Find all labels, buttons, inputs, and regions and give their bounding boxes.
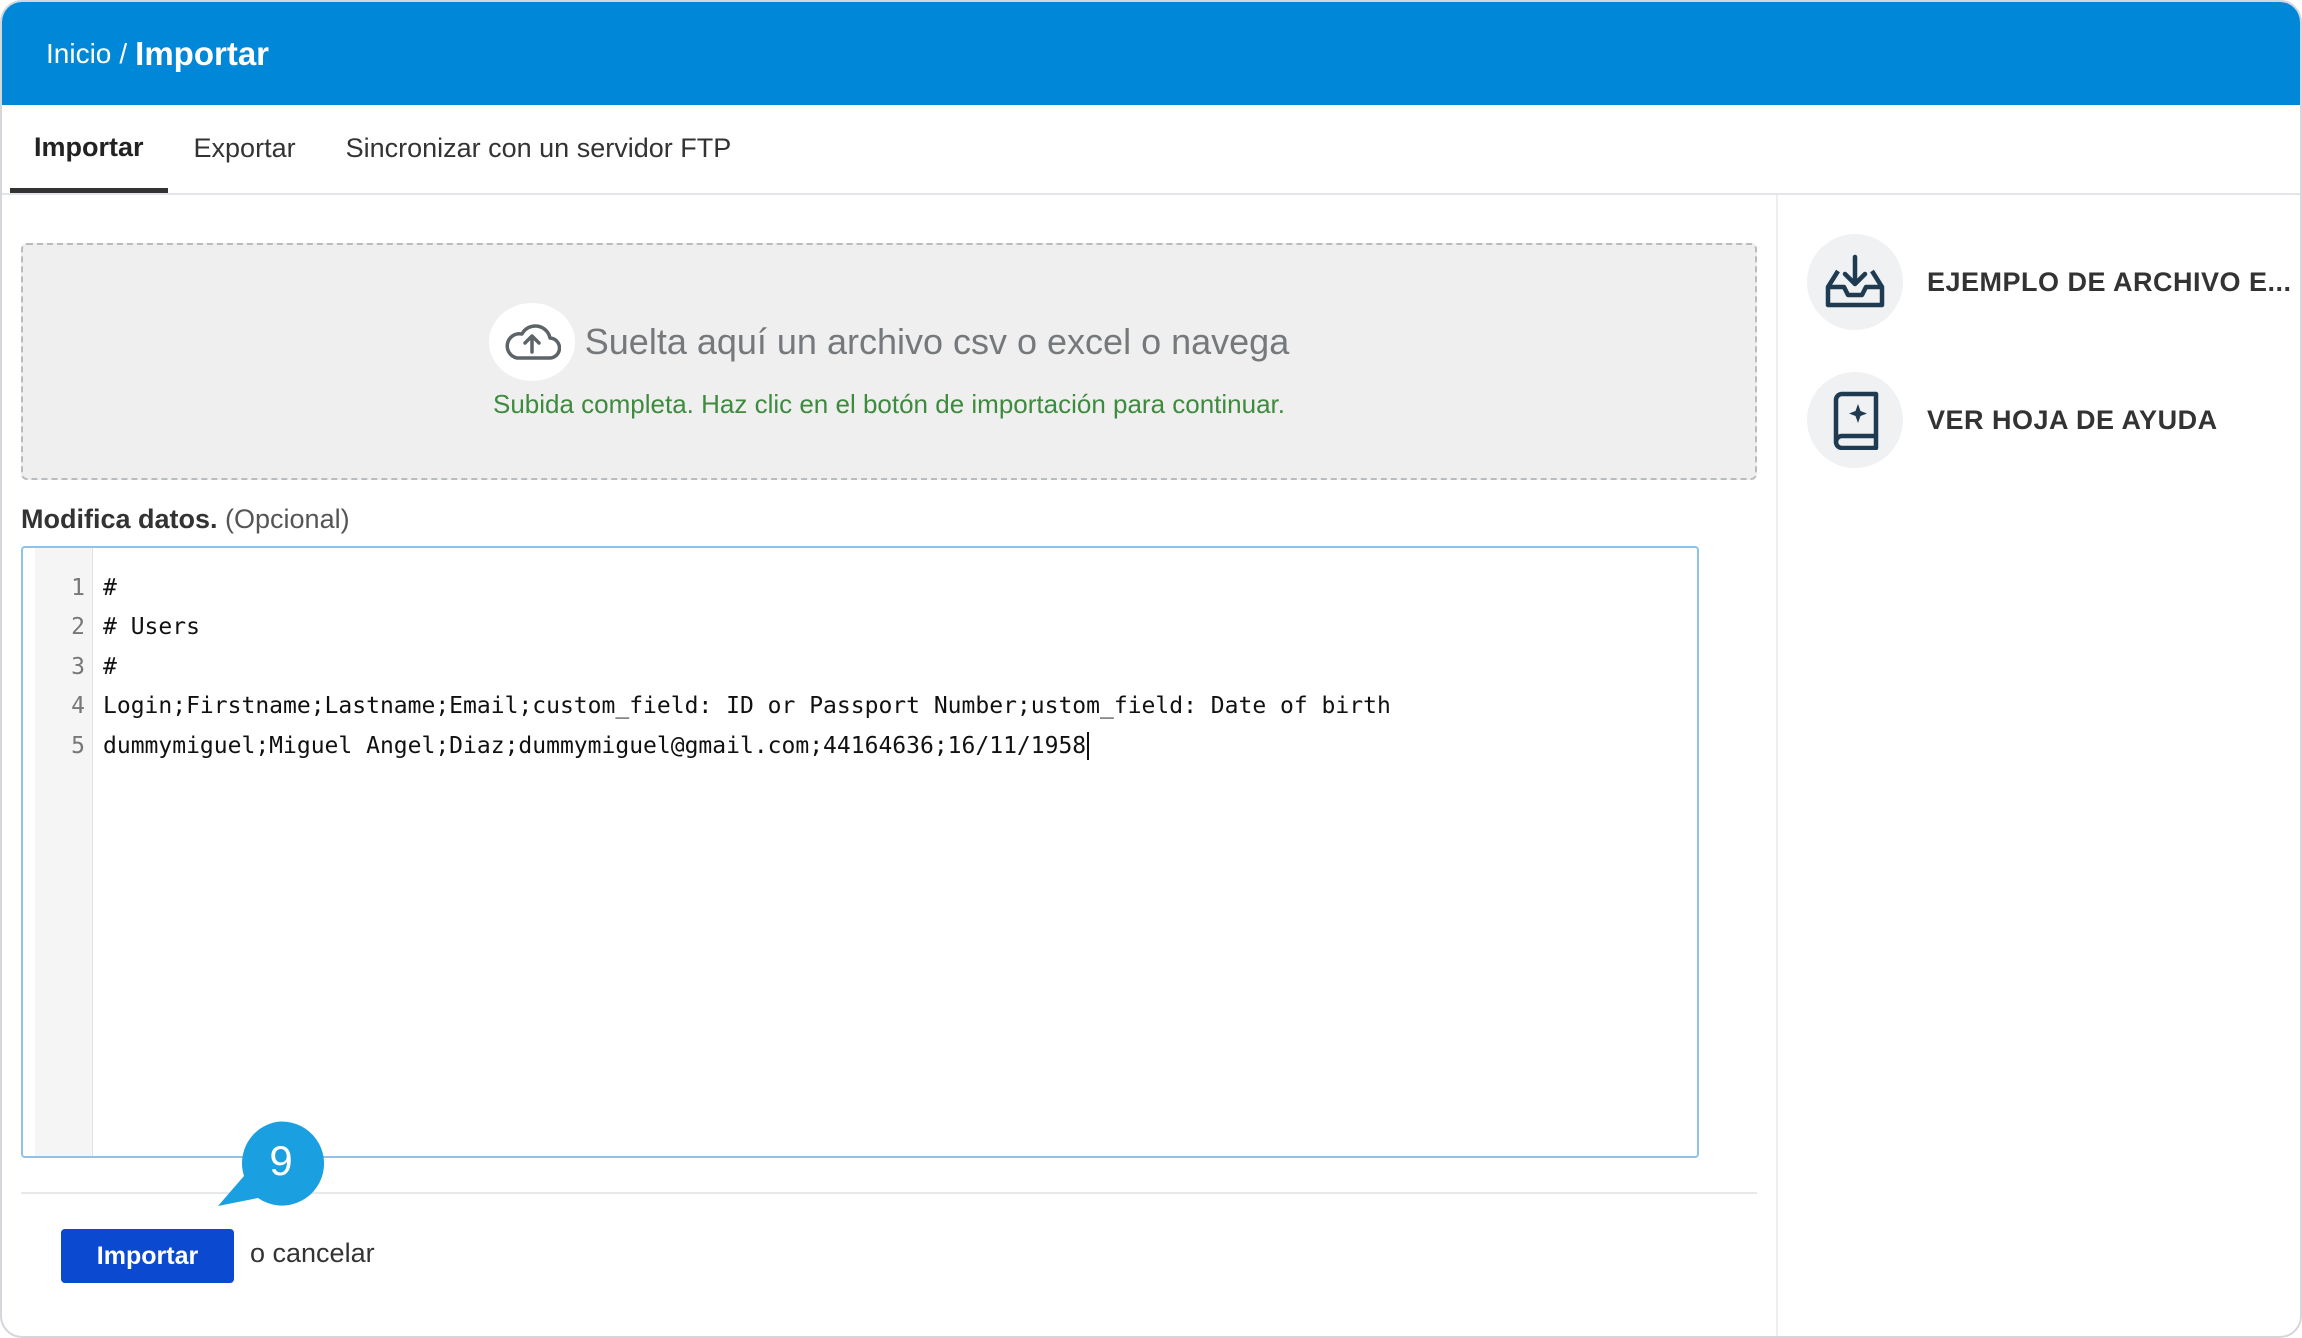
help-book-icon bbox=[1807, 372, 1903, 468]
csv-data-editor[interactable]: 1 # 2 # Users 3 # 4 Login;Firstname;Last… bbox=[21, 546, 1699, 1158]
line-number: 2 bbox=[71, 614, 85, 641]
sidebar-divider bbox=[1776, 195, 1778, 1336]
line-number: 1 bbox=[71, 574, 85, 601]
help-sheet-label: VER HOJA DE AYUDA bbox=[1927, 404, 2218, 435]
line-text: dummymiguel;Miguel Angel;Diaz;dummymigue… bbox=[103, 732, 1087, 759]
line-text: # bbox=[103, 653, 117, 680]
line-text: # bbox=[103, 574, 117, 601]
line-text: Login;Firstname;Lastname;Email;custom_fi… bbox=[103, 693, 1391, 720]
line-text: # Users bbox=[103, 614, 200, 641]
line-number: 3 bbox=[71, 653, 85, 680]
editor-line[interactable]: 2 # Users bbox=[23, 608, 1697, 648]
sample-file-label: EJEMPLO DE ARCHIVO E... bbox=[1927, 266, 2292, 297]
tab-import[interactable]: Importar bbox=[10, 103, 168, 193]
page-header: Inicio / Importar bbox=[2, 2, 2300, 105]
step-callout-bubble: 9 bbox=[218, 1121, 324, 1206]
editor-line[interactable]: 1 # bbox=[23, 568, 1697, 608]
tab-bar: Importar Exportar Sincronizar con un ser… bbox=[2, 105, 2300, 195]
import-page: Inicio / Importar Importar Exportar Sinc… bbox=[0, 0, 2302, 1338]
cancel-link[interactable]: o cancelar bbox=[250, 1238, 375, 1268]
tab-ftp-sync[interactable]: Sincronizar con un servidor FTP bbox=[322, 103, 756, 193]
tab-export[interactable]: Exportar bbox=[170, 103, 320, 193]
upload-status-message: Subida completa. Haz clic en el botón de… bbox=[492, 389, 1286, 419]
editor-line[interactable]: 4 Login;Firstname;Lastname;Email;custom_… bbox=[23, 687, 1697, 727]
line-number: 4 bbox=[71, 693, 85, 720]
step-number: 9 bbox=[269, 1137, 292, 1184]
cancel-area: o cancelar bbox=[250, 1238, 375, 1269]
import-button[interactable]: Importar bbox=[61, 1229, 234, 1283]
download-tray-icon bbox=[1807, 234, 1903, 330]
edit-data-label: Modifica datos. (Opcional) bbox=[21, 504, 350, 535]
page-title: Importar bbox=[135, 34, 270, 72]
breadcrumb-separator: / bbox=[119, 37, 128, 69]
editor-lines: 1 # 2 # Users 3 # 4 Login;Firstname;Last… bbox=[23, 568, 1697, 766]
file-dropzone[interactable]: Suelta aquí un archivo csv o excel o nav… bbox=[21, 243, 1757, 480]
text-caret bbox=[1087, 731, 1090, 760]
help-sheet-link[interactable]: VER HOJA DE AYUDA bbox=[1807, 372, 2218, 468]
dropzone-prompt-row: Suelta aquí un archivo csv o excel o nav… bbox=[23, 303, 1755, 381]
editor-line[interactable]: 3 # bbox=[23, 647, 1697, 687]
sample-file-link[interactable]: EJEMPLO DE ARCHIVO E... bbox=[1807, 234, 2292, 330]
cloud-upload-icon bbox=[488, 303, 575, 381]
editor-line[interactable]: 5 dummymiguel;Miguel Angel;Diaz;dummymig… bbox=[23, 726, 1697, 766]
dropzone-prompt: Suelta aquí un archivo csv o excel o nav… bbox=[584, 321, 1290, 362]
edit-data-label-optional: (Opcional) bbox=[225, 504, 350, 534]
edit-data-label-strong: Modifica datos. bbox=[21, 504, 218, 534]
breadcrumb-home-link[interactable]: Inicio bbox=[46, 38, 111, 70]
line-number: 5 bbox=[71, 732, 85, 759]
